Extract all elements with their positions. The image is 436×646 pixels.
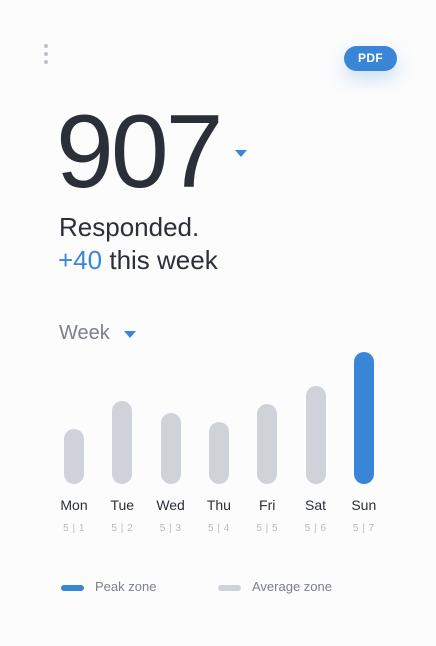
legend-label-peak: Peak zone [95, 579, 157, 594]
stats-card: PDF 907 Responded. +40 this week Week Mo… [0, 0, 436, 646]
bar-wed[interactable] [160, 412, 181, 484]
weekly-delta-line: +40 this week [58, 243, 218, 277]
date-label-sat: 5 | 6 [304, 523, 327, 534]
bar-sun[interactable] [353, 352, 374, 484]
more-vertical-icon[interactable] [40, 44, 52, 68]
weekly-delta-value: +40 [58, 245, 103, 275]
day-label-fri: Fri [259, 497, 276, 513]
caret-down-icon[interactable] [226, 136, 256, 172]
bar-thu[interactable] [208, 422, 229, 484]
date-label-mon: 5 | 1 [63, 523, 85, 534]
date-label-thu: 5 | 4 [208, 523, 230, 534]
day-label-sun: Sun [351, 497, 377, 513]
chart-legend: Peak zone Average zone [61, 578, 381, 598]
weekly-bar-chart: Mon 5 | 1 Tue 5 | 2 Wed 5 | 3 Thu 5 | 4 Fri 5 | 5… [40, 340, 396, 550]
legend-swatch-peak [61, 585, 84, 591]
day-label-wed: Wed [156, 497, 185, 513]
bar-fri[interactable] [257, 403, 278, 484]
date-label-tue: 5 | 2 [111, 523, 134, 534]
date-label-sun: 5 | 7 [352, 523, 375, 534]
bar-sat[interactable] [305, 385, 326, 484]
date-label-fri: 5 | 5 [256, 523, 279, 534]
total-count: 907 [56, 94, 224, 210]
pdf-export-button[interactable]: PDF [344, 46, 397, 71]
legend-swatch-average [218, 585, 241, 591]
status-text: Responded. [59, 212, 200, 242]
date-label-wed: 5 | 3 [159, 523, 182, 534]
bar-mon[interactable] [64, 429, 84, 484]
day-label-sat: Sat [304, 497, 326, 513]
day-label-tue: Tue [110, 497, 135, 513]
caret-down-icon [123, 331, 136, 338]
weekly-delta-suffix: this week [109, 245, 218, 275]
day-label-thu: Thu [206, 497, 231, 513]
day-label-mon: Mon [60, 497, 88, 513]
legend-label-average: Average zone [252, 579, 332, 594]
bar-tue[interactable] [112, 400, 133, 484]
